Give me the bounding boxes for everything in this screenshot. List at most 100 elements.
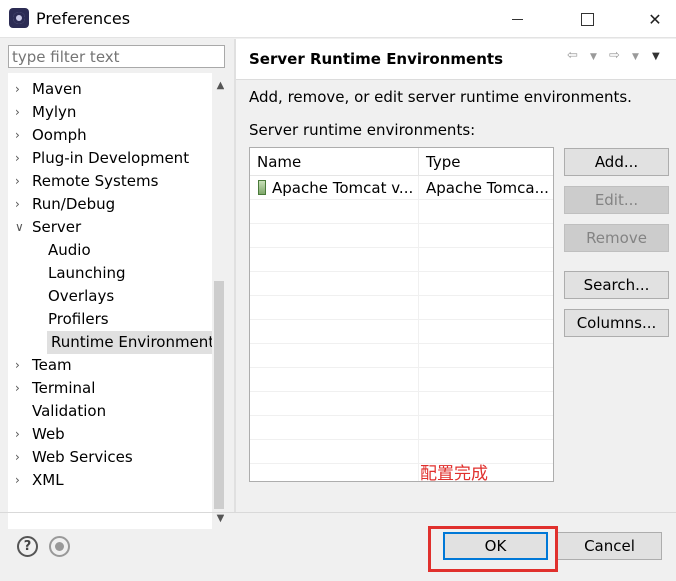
empty-table-row (250, 248, 553, 272)
chevron-right-icon[interactable]: › (15, 377, 20, 400)
tree-item[interactable]: › Oomph (8, 124, 212, 147)
page-header: Server Runtime Environments ⇦ ▼ ⇨ ▼ ▼ (236, 39, 676, 80)
search-button[interactable]: Search... (564, 271, 669, 299)
empty-cell (250, 296, 419, 320)
empty-table-row (250, 464, 553, 481)
tree-item[interactable]: › XML (8, 469, 212, 492)
tree-item[interactable]: Runtime Environments (8, 331, 224, 354)
tree-item-label: Web Services (32, 448, 133, 466)
columns-button[interactable]: Columns... (564, 309, 669, 337)
chevron-right-icon[interactable]: › (15, 101, 20, 124)
empty-cell (250, 440, 419, 464)
chevron-right-icon[interactable]: › (15, 354, 20, 377)
column-header-type[interactable]: Type (419, 148, 553, 176)
table-row[interactable]: Apache Tomcat v... Apache Tomca... (250, 176, 553, 200)
tree-item[interactable]: Validation (8, 400, 212, 423)
tree-item[interactable]: › Mylyn (8, 101, 212, 124)
empty-cell (250, 416, 419, 440)
tree-item[interactable]: Overlays (8, 285, 212, 308)
vertical-scrollbar[interactable]: ▲ ▼ (212, 73, 224, 529)
empty-cell (250, 368, 419, 392)
chevron-right-icon[interactable]: › (15, 446, 20, 469)
empty-table-row (250, 224, 553, 248)
tree-item[interactable]: Profilers (8, 308, 212, 331)
tree-item-label: Overlays (48, 287, 115, 305)
tree-item-label: Audio (48, 241, 91, 259)
empty-table-row (250, 392, 553, 416)
empty-table-row (250, 272, 553, 296)
empty-cell (250, 392, 419, 416)
tree-item[interactable]: › Remote Systems (8, 170, 212, 193)
empty-table-row (250, 416, 553, 440)
empty-table-row (250, 200, 553, 224)
scroll-thumb[interactable] (214, 281, 224, 509)
tree-item[interactable]: › Run/Debug (8, 193, 212, 216)
title-bar: Preferences (0, 0, 676, 38)
chevron-right-icon[interactable]: › (15, 423, 20, 446)
tree-item[interactable]: › Web Services (8, 446, 212, 469)
tree-item[interactable]: › Terminal (8, 377, 212, 400)
runtime-type: Apache Tomca... (426, 179, 549, 197)
filter-input[interactable] (8, 45, 225, 68)
horizontal-scrollbar[interactable]: ◀ ▶ (8, 529, 224, 531)
chevron-right-icon[interactable]: › (15, 124, 20, 147)
window-title: Preferences (36, 9, 131, 28)
tree-item[interactable]: › Web (8, 423, 212, 446)
add-button[interactable]: Add... (564, 148, 669, 176)
scroll-up-icon[interactable]: ▲ (212, 77, 224, 94)
minimize-icon[interactable] (494, 0, 540, 38)
page-title: Server Runtime Environments (249, 50, 503, 68)
tree-item-label: Web (32, 425, 65, 443)
forward-dropdown-icon[interactable]: ▼ (632, 52, 639, 62)
tree-item[interactable]: › Maven (8, 78, 212, 101)
eclipse-icon (9, 8, 29, 28)
back-arrow-icon[interactable]: ⇦ (567, 48, 578, 63)
tree-item-label: Oomph (32, 126, 87, 144)
chevron-right-icon[interactable]: › (15, 147, 20, 170)
tree-item-label: Remote Systems (32, 172, 159, 190)
chevron-down-icon[interactable]: ∨ (15, 216, 24, 239)
chevron-right-icon[interactable]: › (15, 78, 20, 101)
tree-item-label: Terminal (32, 379, 96, 397)
record-icon[interactable] (49, 536, 70, 557)
tree-item-label: Runtime Environments (47, 331, 224, 354)
remove-button[interactable]: Remove (564, 224, 669, 252)
tree-item-label: Validation (32, 402, 107, 420)
annotation-text: 配置完成 (420, 464, 488, 484)
tree-item[interactable]: Audio (8, 239, 212, 262)
tree-item[interactable]: › Team (8, 354, 212, 377)
runtime-table: Name Type Apache Tomcat v... Apache Tomc… (249, 147, 554, 482)
chevron-right-icon[interactable]: › (15, 193, 20, 216)
help-icon[interactable]: ? (17, 536, 38, 557)
chevron-right-icon[interactable]: › (15, 469, 20, 492)
ok-button[interactable]: OK (443, 532, 548, 560)
preference-navigation: › XML › Web Services › Web Validation › Terminal… (0, 39, 234, 531)
empty-cell (250, 272, 419, 296)
close-icon[interactable] (632, 0, 676, 38)
runtime-list-label: Server runtime environments: (249, 121, 476, 139)
empty-cell (250, 344, 419, 368)
forward-arrow-icon[interactable]: ⇨ (609, 48, 620, 63)
empty-cell (250, 224, 419, 248)
view-menu-icon[interactable]: ▼ (652, 51, 660, 62)
empty-cell (250, 464, 419, 481)
column-header-name[interactable]: Name (250, 148, 419, 176)
maximize-icon[interactable] (564, 0, 610, 38)
tree-item-label: Profilers (48, 310, 109, 328)
chevron-right-icon[interactable]: › (15, 170, 20, 193)
empty-table-row (250, 440, 553, 464)
tree-item[interactable]: › Plug-in Development (8, 147, 212, 170)
tree-item-label: Server (32, 218, 82, 236)
back-dropdown-icon[interactable]: ▼ (590, 52, 597, 62)
preference-page: Server Runtime Environments ⇦ ▼ ⇨ ▼ ▼ Ad… (236, 39, 676, 512)
scroll-left-icon[interactable]: ◀ (10, 529, 27, 531)
scroll-right-icon[interactable]: ▶ (192, 529, 209, 531)
tree-item[interactable]: ∨ Server (8, 216, 212, 239)
cancel-button[interactable]: Cancel (557, 532, 662, 560)
runtime-name: Apache Tomcat v... (250, 176, 419, 200)
tree-item-label: Maven (32, 80, 82, 98)
edit-button[interactable]: Edit... (564, 186, 669, 214)
tree-item[interactable]: Launching (8, 262, 212, 285)
page-description: Add, remove, or edit server runtime envi… (249, 88, 632, 106)
tree-item-label: Run/Debug (32, 195, 116, 213)
